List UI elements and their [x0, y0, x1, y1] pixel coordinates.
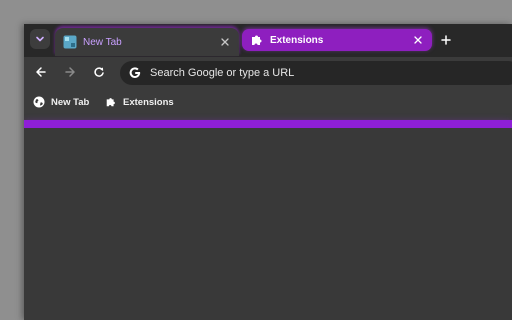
puzzle-icon — [252, 35, 262, 45]
tab-strip: New Tab Extensions — [24, 24, 512, 57]
tab-close-button[interactable] — [219, 36, 231, 48]
bookmark-label: Extensions — [123, 96, 174, 108]
tab-title: Extensions — [270, 34, 324, 46]
forward-button[interactable] — [62, 64, 78, 80]
omnibox[interactable]: Search Google or type a URL — [120, 61, 512, 85]
globe-icon — [33, 96, 45, 108]
page-content — [24, 128, 512, 320]
bookmark-extensions[interactable]: Extensions — [105, 95, 174, 109]
tab-search-button[interactable] — [30, 29, 50, 49]
bookmark-label: New Tab — [51, 96, 90, 108]
theme-accent-bar — [24, 120, 512, 128]
google-g-icon — [129, 67, 141, 79]
omnibox-placeholder: Search Google or type a URL — [150, 67, 295, 79]
arrow-left-icon — [36, 67, 46, 77]
arrow-right-icon — [65, 67, 75, 77]
reload-icon — [94, 67, 104, 77]
close-icon — [414, 36, 422, 44]
tab-new-tab[interactable]: New Tab — [55, 28, 239, 56]
back-button[interactable] — [33, 64, 49, 80]
bookmarks-bar: New Tab Extensions — [24, 87, 512, 118]
new-tab-favicon-icon — [63, 35, 77, 49]
tab-title: New Tab — [83, 36, 122, 48]
tab-close-button[interactable] — [412, 34, 424, 46]
plus-icon — [441, 35, 451, 45]
browser-window: New Tab Extensions Search Google or type… — [24, 24, 512, 320]
toolbar: Search Google or type a URL — [24, 57, 512, 87]
new-tab-button[interactable] — [438, 32, 454, 48]
reload-button[interactable] — [91, 64, 107, 80]
puzzle-icon — [106, 98, 115, 107]
bookmark-new-tab[interactable]: New Tab — [33, 95, 89, 109]
tab-extensions[interactable]: Extensions — [242, 29, 432, 51]
close-icon — [221, 38, 229, 46]
chevron-down-icon — [36, 36, 44, 42]
